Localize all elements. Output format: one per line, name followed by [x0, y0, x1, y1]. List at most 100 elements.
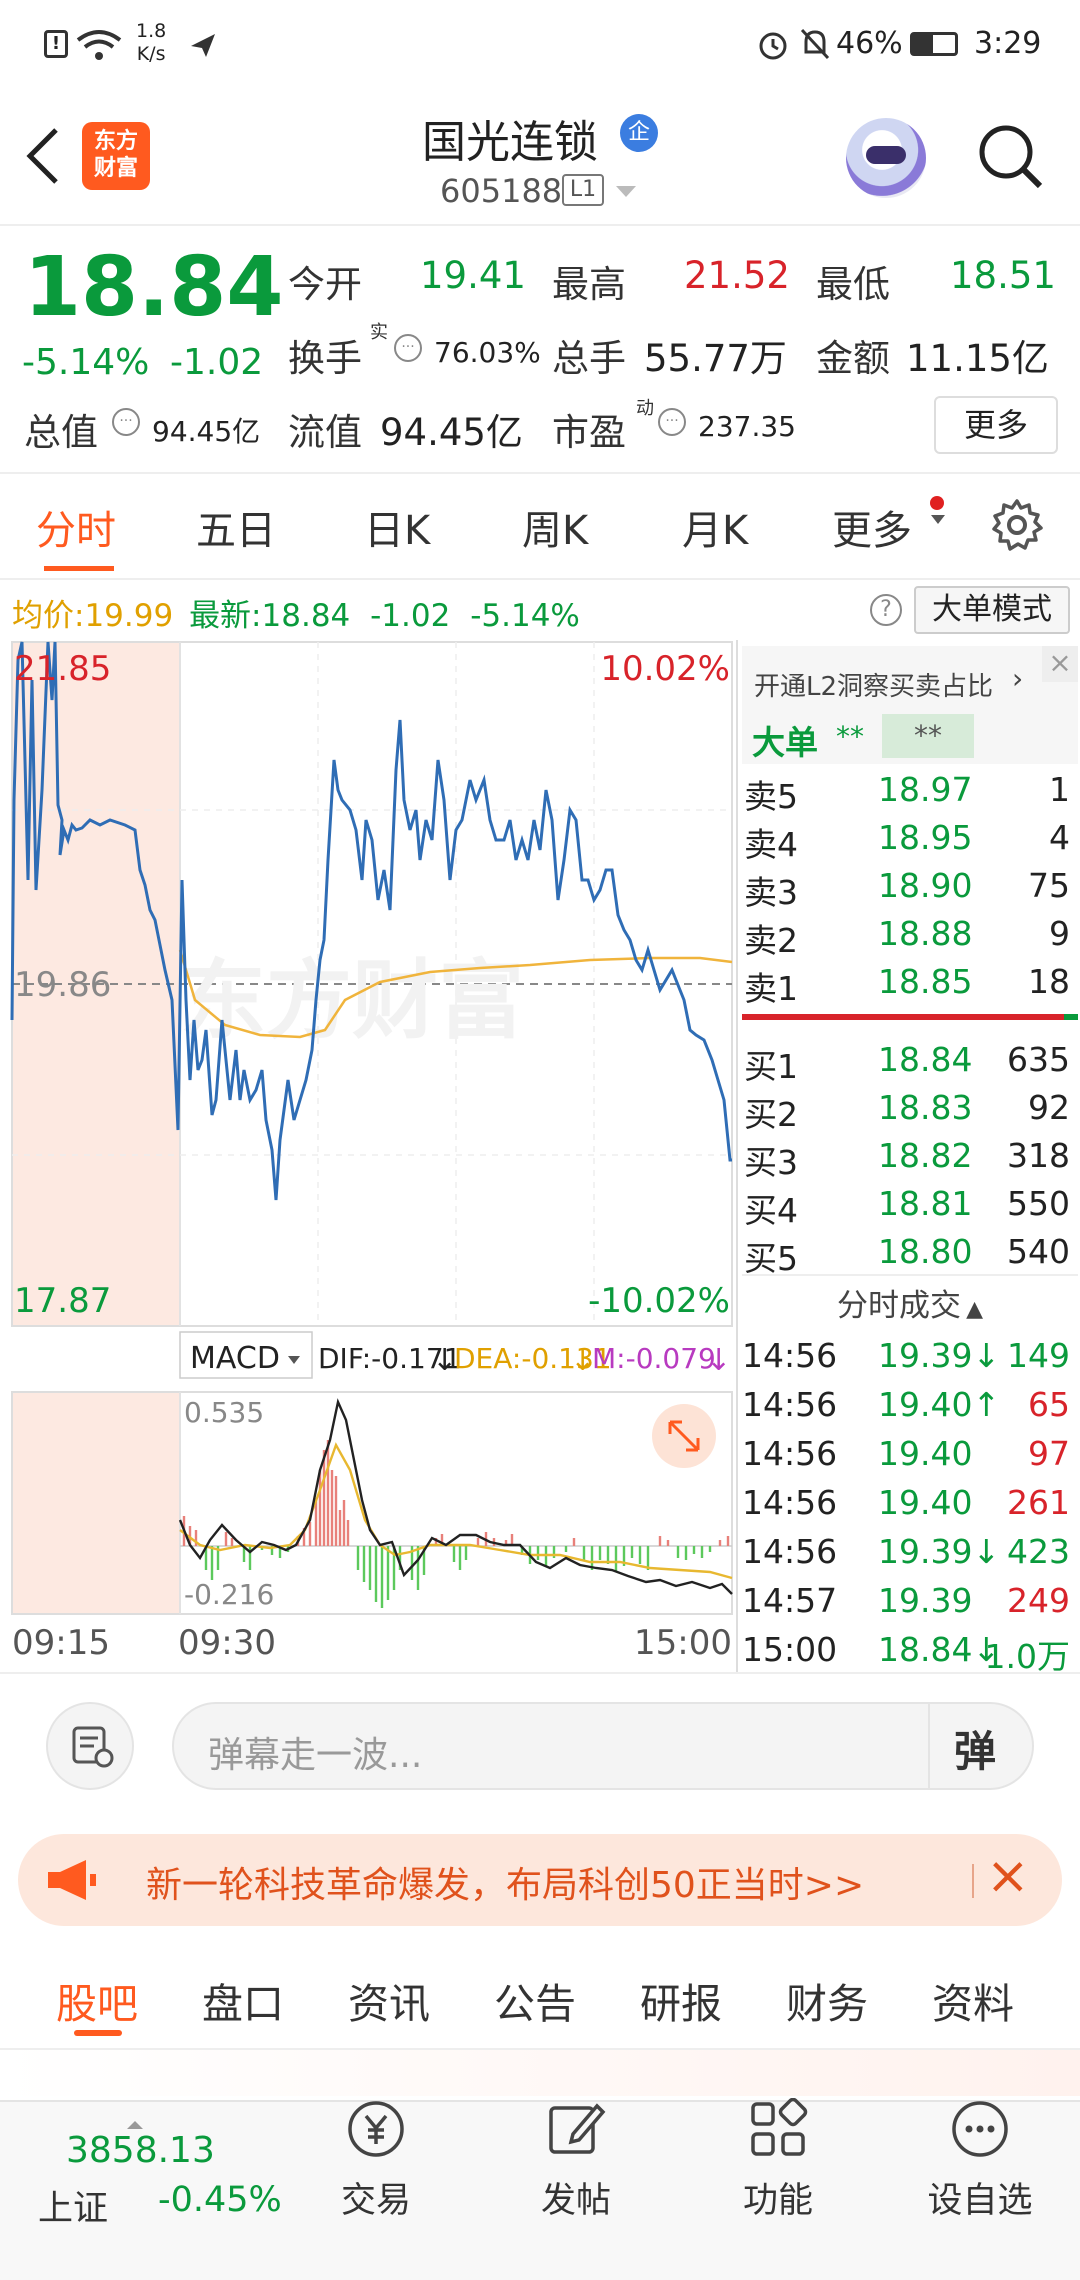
bid-ask-ratio-bar: [742, 1014, 1078, 1020]
nav-trade[interactable]: 交易: [306, 2098, 446, 2223]
more-button[interactable]: 更多: [934, 396, 1058, 454]
high-value: 21.52: [684, 254, 790, 297]
ask-volume: 1: [1049, 770, 1070, 809]
nav-functions[interactable]: 功能: [708, 2097, 848, 2223]
change-percent: -5.14%: [22, 342, 150, 383]
trades-title: 分时成交: [836, 1288, 961, 1324]
l2-promo-text: 开通L2洞察买卖占比: [754, 672, 994, 702]
chevron-right-icon: ›: [1012, 662, 1024, 695]
chart-divider: [736, 640, 738, 1674]
ask-volume: 18: [1028, 962, 1070, 1001]
high-label: 最高: [552, 263, 626, 306]
robot-avatar[interactable]: [846, 118, 926, 198]
bid-price: 18.83: [878, 1088, 973, 1127]
tab-more[interactable]: 更多: [832, 498, 912, 556]
big-order-mode-button[interactable]: 大单模式: [914, 586, 1070, 634]
mktcap-label: 总值: [24, 411, 98, 454]
chevron-down-icon[interactable]: [930, 514, 946, 526]
tab-weekly-k[interactable]: 周K: [522, 498, 588, 556]
trades-header[interactable]: 分时成交 ▲: [742, 1280, 1078, 1328]
chevron-down-icon[interactable]: [614, 184, 638, 200]
l2-promo[interactable]: 开通L2洞察买卖占比 › ×: [742, 646, 1078, 718]
ask-level: 卖3: [744, 873, 798, 912]
close-icon[interactable]: ×: [986, 1846, 1030, 1906]
wifi-icon: [76, 30, 122, 60]
tab-profile[interactable]: 资料: [932, 1970, 1014, 2030]
ask-volume: 9: [1049, 914, 1070, 953]
tab-news[interactable]: 资讯: [348, 1970, 430, 2030]
status-bar: ! 1.8 K/s 46% 3:29: [0, 0, 1080, 90]
ask-price: 18.88: [878, 914, 973, 953]
trade-price: 19.39↓: [878, 1532, 1001, 1571]
open-label: 今开: [288, 263, 362, 306]
promo-banner[interactable]: 新一轮科技革命爆发，布局科创50正当时>> ×: [18, 1834, 1062, 1926]
info-icon[interactable]: ···: [394, 334, 422, 362]
megaphone-icon: [48, 1860, 96, 1900]
macd-m: M:-0.079: [592, 1342, 716, 1375]
intraday-chart[interactable]: 东方财富 21.85 10.02% 19.86 17.87 -10.02% MA…: [0, 640, 740, 1674]
avg-value: 19.99: [84, 598, 174, 634]
ask-volume: 75: [1028, 866, 1070, 905]
trade-volume: 249: [1007, 1581, 1070, 1620]
last-change: -1.02: [370, 598, 451, 634]
bid-level: 买1: [744, 1047, 798, 1086]
tab-research[interactable]: 研报: [640, 1970, 722, 2030]
last-pct: -5.14%: [470, 598, 580, 634]
nav-post[interactable]: 发帖: [506, 2098, 646, 2223]
back-icon[interactable]: [22, 126, 62, 186]
search-icon[interactable]: [974, 120, 1046, 192]
tab-financials[interactable]: 财务: [786, 1970, 868, 2030]
level-badge[interactable]: L1: [562, 174, 604, 206]
trade-row: 14:56 19.40↑ 65: [742, 1379, 1074, 1428]
tab-five-day[interactable]: 五日: [196, 498, 276, 556]
trade-row: 14:56 19.40 261: [742, 1477, 1074, 1526]
tab-announcements[interactable]: 公告: [494, 1970, 576, 2030]
stock-code: 605188: [440, 172, 563, 210]
chart-bottom-divider: [0, 1672, 1080, 1674]
trade-price: 19.39↓: [878, 1336, 1001, 1375]
tab-stock-forum[interactable]: 股吧: [56, 1970, 138, 2030]
ask-price: 18.97: [878, 770, 973, 809]
trade-row: 14:56 19.40 97: [742, 1428, 1074, 1477]
bid-row: 买2 18.83 92: [742, 1082, 1074, 1134]
turnover-sup: 实: [370, 322, 388, 343]
chart-bottom-pct: -10.02%: [588, 1281, 730, 1321]
gear-icon[interactable]: [990, 498, 1044, 552]
danmu-settings-button[interactable]: [46, 1702, 134, 1790]
nav-trade-label: 交易: [340, 2181, 411, 2221]
tab-daily-k[interactable]: 日K: [364, 498, 430, 556]
close-icon[interactable]: ×: [1042, 646, 1078, 682]
info-icon[interactable]: ···: [112, 408, 140, 436]
ask-level: 卖4: [744, 825, 798, 864]
ask-row: 卖2 18.88 9: [742, 908, 1074, 960]
trade-volume: 97: [1028, 1434, 1070, 1473]
tab-monthly-k[interactable]: 月K: [682, 498, 748, 556]
header-divider: [0, 224, 1080, 226]
nav-add-watchlist[interactable]: 设自选: [910, 2098, 1050, 2223]
danmu-toggle-button[interactable]: 弹: [954, 1718, 996, 1779]
trade-price: 19.39: [878, 1581, 973, 1620]
tab-order-book[interactable]: 盘口: [202, 1970, 284, 2030]
tabs-divider: [0, 578, 1080, 580]
bid-volume: 550: [1007, 1184, 1070, 1223]
big-order-row: 大单 ** **: [742, 712, 1078, 764]
danmu-input[interactable]: 弹幕走一波... 弹: [172, 1702, 1034, 1790]
float-label: 流值: [288, 411, 362, 454]
nav-functions-label: 功能: [742, 2181, 813, 2221]
edit-icon: [549, 2103, 606, 2154]
alert-icon: !: [44, 30, 68, 58]
index-widget[interactable]: 3858.13 上证 -0.45%: [30, 2121, 282, 2250]
help-icon[interactable]: ?: [870, 594, 902, 626]
index-value: 3858.13: [66, 2130, 215, 2171]
macd-label: MACD: [190, 1341, 280, 1376]
info-icon[interactable]: ···: [658, 408, 686, 436]
ask-volume: 4: [1049, 818, 1070, 857]
trade-row: 14:56 19.39↓ 423: [742, 1526, 1074, 1575]
ask-level: 卖5: [744, 777, 798, 816]
trade-time: 14:56: [742, 1532, 838, 1571]
tab-active-underline: [74, 2030, 122, 2036]
enterprise-badge: 企: [620, 114, 658, 152]
amount-value: 11.15亿: [906, 337, 1049, 380]
last-value: 18.84: [261, 598, 351, 634]
tab-intraday[interactable]: 分时: [36, 498, 116, 556]
